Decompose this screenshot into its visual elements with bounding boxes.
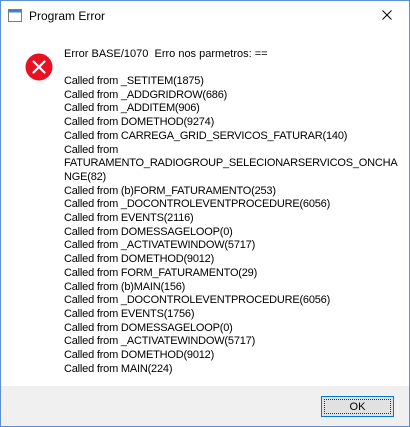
- call-stack-line: Called from EVENTS(1756): [64, 307, 195, 320]
- error-icon: [25, 53, 53, 81]
- window-title: Program Error: [29, 9, 106, 23]
- call-stack-line: Called from (b)FORM_FATURAMENTO(253): [64, 184, 276, 197]
- call-stack-line: Called from _DOCONTROLEVENTPROCEDURE(605…: [64, 198, 331, 211]
- call-stack-line: Called from MAIN(224): [64, 362, 173, 375]
- dialog-footer: OK: [1, 386, 409, 426]
- call-stack-line: Called from _DOCONTROLEVENTPROCEDURE(605…: [64, 294, 331, 307]
- call-stack-line: Called from DOMESSAGELOOP(0): [64, 225, 233, 238]
- call-stack-line: Called from FORM_FATURAMENTO(29): [64, 266, 258, 279]
- error-message-header: Error BASE/1070 Erro nos parmetros: ==: [64, 48, 268, 60]
- call-stack-line: Called from EVENTS(2116): [64, 212, 194, 225]
- call-stack-line: Called from (b)MAIN(156): [64, 280, 186, 293]
- program-error-dialog: Program Error Error BASE/1070 Erro nos p…: [0, 0, 410, 427]
- call-stack-line: Called from DOMESSAGELOOP(0): [64, 321, 233, 334]
- call-stack-line: Called from DOMETHOD(9274): [64, 116, 215, 129]
- call-stack-line: Called from _ADDGRIDROW(686): [64, 88, 228, 101]
- call-stack-line: Called from DOMETHOD(9012): [64, 253, 215, 266]
- title-bar[interactable]: Program Error: [1, 1, 409, 31]
- call-stack-line: FATURAMENTO_RADIOGROUP_SELECIONARSERVICO…: [64, 157, 398, 170]
- call-stack-list: Called from _SETITEM(1875) Called from _A…: [64, 75, 399, 376]
- call-stack-line: Called from _ACTIVATEWINDOW(5717): [64, 335, 256, 348]
- call-stack-line: Called from CARREGA_GRID_SERVICOS_FATURA…: [64, 129, 348, 142]
- dialog-content: Error BASE/1070 Erro nos parmetros: == C…: [1, 31, 409, 386]
- close-icon: [381, 9, 392, 23]
- call-stack-line: Called from: [64, 143, 119, 156]
- call-stack-line: Called from _ACTIVATEWINDOW(5717): [64, 239, 256, 252]
- call-stack-line: Called from _SETITEM(1875): [64, 75, 204, 87]
- call-stack-line: Called from _ADDITEM(906): [64, 102, 200, 115]
- call-stack-line: NGE(82): [64, 170, 106, 183]
- window-app-icon: [8, 9, 22, 22]
- close-button[interactable]: [364, 1, 409, 31]
- ok-button[interactable]: OK: [321, 396, 394, 417]
- call-stack-line: Called from DOMETHOD(9012): [64, 349, 215, 362]
